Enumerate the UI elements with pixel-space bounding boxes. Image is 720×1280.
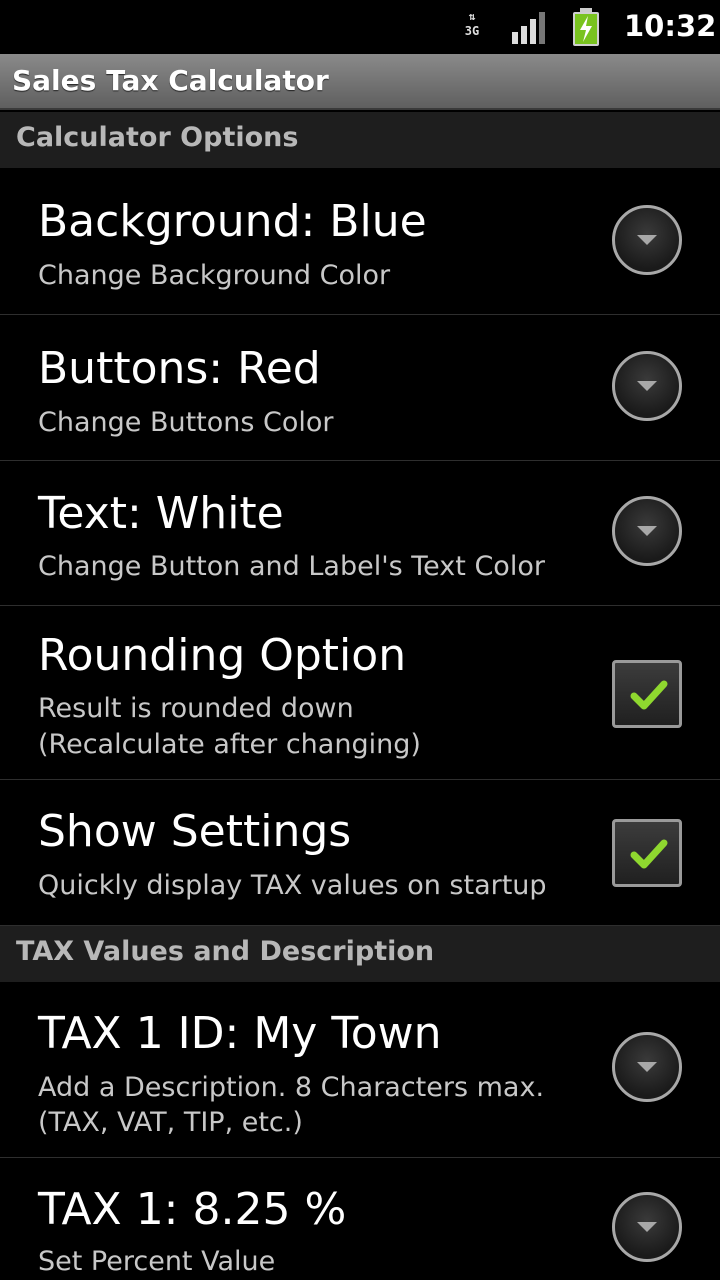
chevron-down-icon (637, 526, 657, 536)
category-label: TAX Values and Description (16, 936, 435, 967)
checkmark-icon (630, 839, 668, 869)
category-tax-values: TAX Values and Description (0, 926, 720, 982)
pref-summary: Result is rounded down (38, 693, 354, 724)
status-clock: 10:32 (624, 9, 717, 43)
network-type-label: 3G (464, 24, 480, 38)
app-title-bar: Sales Tax Calculator (0, 54, 720, 110)
dropdown-button[interactable] (612, 351, 682, 421)
pref-summary: Change Background Color (38, 260, 391, 291)
pref-title: Rounding Option (38, 630, 407, 681)
pref-show-settings[interactable]: Show Settings Quickly display TAX values… (0, 780, 720, 926)
pref-title: TAX 1: 8.25 % (38, 1184, 347, 1235)
dropdown-button[interactable] (612, 205, 682, 275)
pref-title: Background: Blue (38, 196, 427, 247)
battery-charging-icon (573, 8, 599, 46)
pref-title: TAX 1 ID: My Town (38, 1008, 442, 1059)
pref-tax1-id[interactable]: TAX 1 ID: My Town Add a Description. 8 C… (0, 982, 720, 1158)
signal-strength-icon (512, 12, 545, 44)
pref-background[interactable]: Background: Blue Change Background Color (0, 168, 720, 315)
network-3g-icon: ⇅ 3G (459, 10, 485, 44)
pref-tax1-value[interactable]: TAX 1: 8.25 % Set Percent Value (0, 1158, 720, 1280)
app-title: Sales Tax Calculator (12, 64, 329, 97)
pref-summary: Add a Description. 8 Characters max. (38, 1072, 545, 1103)
pref-title: Buttons: Red (38, 343, 321, 394)
dropdown-button[interactable] (612, 1192, 682, 1262)
status-bar: ⇅ 3G 10:32 (0, 0, 720, 54)
pref-text-color[interactable]: Text: White Change Button and Label's Te… (0, 461, 720, 606)
pref-summary: Change Buttons Color (38, 407, 334, 438)
dropdown-button[interactable] (612, 1032, 682, 1102)
chevron-down-icon (637, 1062, 657, 1072)
chevron-down-icon (637, 381, 657, 391)
show-settings-checkbox[interactable] (612, 819, 682, 887)
checkmark-icon (630, 680, 668, 710)
rounding-checkbox[interactable] (612, 660, 682, 728)
chevron-down-icon (637, 235, 657, 245)
pref-title: Text: White (38, 488, 284, 539)
pref-summary: Quickly display TAX values on startup (38, 870, 547, 901)
dropdown-button[interactable] (612, 496, 682, 566)
pref-rounding-option[interactable]: Rounding Option Result is rounded down (… (0, 606, 720, 780)
pref-title: Show Settings (38, 806, 352, 857)
pref-summary: Change Button and Label's Text Color (38, 551, 545, 582)
pref-summary-secondary: (Recalculate after changing) (38, 729, 421, 760)
chevron-down-icon (637, 1222, 657, 1232)
pref-buttons[interactable]: Buttons: Red Change Buttons Color (0, 315, 720, 461)
category-label: Calculator Options (16, 122, 299, 153)
pref-summary: Set Percent Value (38, 1246, 276, 1277)
category-calculator-options: Calculator Options (0, 112, 720, 168)
pref-summary-secondary: (TAX, VAT, TIP, etc.) (38, 1107, 303, 1138)
